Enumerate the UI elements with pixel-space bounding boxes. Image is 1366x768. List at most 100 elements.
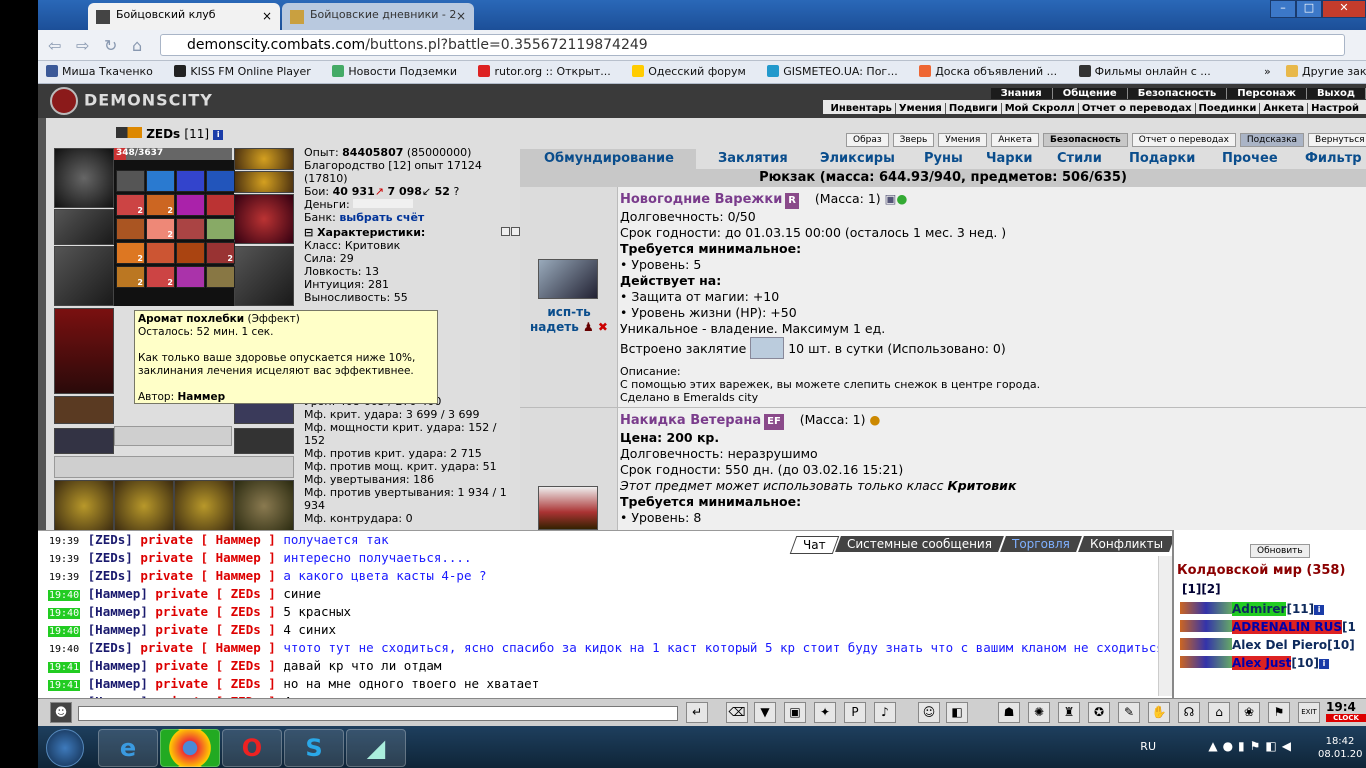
message-time[interactable]: 19:40 [48,644,80,655]
chrome-icon[interactable] [160,729,220,767]
message-sender[interactable]: [Наммер] [88,676,148,691]
message-time[interactable]: 19:39 [48,536,80,547]
submenu-achievements[interactable]: Подвиги [944,103,1001,114]
bookmark-item[interactable]: Новости Подземки [324,61,467,78]
tab-fight-club[interactable]: Бойцовский клуб × [88,3,280,30]
message-sender[interactable]: [Наммер] [88,658,148,673]
online-user[interactable]: Alex Just[10] i [1180,656,1330,670]
effect-icon[interactable]: 2 [116,194,145,216]
filter-icon[interactable]: ▼ [754,702,776,723]
tab-spells[interactable]: Заклятия [718,151,788,166]
menu-communication[interactable]: Общение [1052,88,1128,99]
belt-slot[interactable] [54,396,114,424]
message-time[interactable]: 19:40 [48,590,81,601]
tray-icons[interactable]: ▲●▮⚑◧◀ [1208,739,1296,753]
image-button[interactable]: Образ [846,133,889,147]
effect-icon[interactable]: 2 [206,242,235,264]
pocket-slot[interactable] [174,480,234,532]
message-time[interactable]: 19:41 [48,662,81,673]
item-name[interactable]: Новогодние Варежки [620,192,782,207]
send-icon[interactable]: ↵ [686,702,708,723]
tab-styles[interactable]: Стили [1057,151,1102,166]
skype-icon[interactable]: S [284,729,344,767]
bag-slot[interactable] [54,428,114,454]
private-target[interactable]: private [ Наммер ] [140,532,275,547]
bookmark-item[interactable]: Доска объявлений ... [911,61,1067,78]
taskbar-clock[interactable]: 18:42 08.01.20 [1318,735,1363,761]
message-time[interactable]: 19:41 [48,680,81,691]
menu-security[interactable]: Безопасность [1127,88,1228,99]
info-icon[interactable]: i [1314,605,1325,615]
start-button[interactable] [46,729,84,767]
submenu-skills[interactable]: Умения [894,103,945,114]
effect-icon[interactable] [206,218,235,240]
tab-runes[interactable]: Руны [924,151,963,166]
private-target[interactable]: private [ Наммер ] [140,640,275,655]
message-sender[interactable]: [ZEDs] [88,532,133,547]
effect-icon[interactable] [176,218,205,240]
message-time[interactable]: 19:39 [48,554,80,565]
effect-icon[interactable] [176,170,205,192]
translit-icon[interactable]: ◧ [946,702,968,723]
effect-icon[interactable] [146,170,175,192]
private-target[interactable]: private [ ZEDs ] [155,586,275,601]
effect-icon[interactable] [176,266,205,288]
effect-icon[interactable]: 2 [146,218,175,240]
app-icon[interactable]: ◢ [346,729,406,767]
hint-button[interactable]: Подсказка [1239,133,1305,147]
pocket-slot[interactable] [54,480,114,532]
private-target[interactable]: private [ Наммер ] [140,550,275,565]
effect-icon[interactable] [116,170,145,192]
item-name[interactable]: Накидка Ветерана [620,413,761,428]
submenu-transfers[interactable]: Отчет о переводах [1077,103,1195,114]
message-sender[interactable]: [Наммер] [88,622,148,637]
message-time[interactable]: 19:39 [48,572,80,583]
effect-icon[interactable] [206,170,235,192]
private-target[interactable]: private [ ZEDs ] [155,622,275,637]
snowball-spell-icon[interactable] [750,337,785,359]
offhand-slot[interactable] [234,246,294,306]
online-user[interactable]: Alex Del Piero[10] [1180,638,1355,652]
private-target[interactable]: private [ Наммер ] [140,568,275,583]
ie-icon[interactable]: e [98,729,158,767]
equip-link[interactable]: надеть [530,320,579,334]
back-icon[interactable]: ⇦ [48,36,61,55]
weapon-slot[interactable] [54,209,114,245]
pet-button[interactable]: Зверь [892,133,935,147]
language-indicator[interactable]: RU [1140,740,1156,753]
info-icon[interactable]: i [1319,659,1330,669]
effect-icon[interactable] [146,242,175,264]
collapse-icon[interactable]: ⊟ [304,226,313,239]
character-name[interactable]: ZEDs [11] i [116,127,224,141]
submenu-settings[interactable]: Настрой [1307,103,1362,114]
info-icon[interactable]: i [213,130,224,140]
message-time[interactable]: 19:40 [48,626,81,637]
menu-knowledge[interactable]: Знания [990,88,1053,99]
effect-icon[interactable] [206,266,235,288]
refresh-button[interactable]: Обновить [1250,544,1310,558]
effect-icon[interactable]: 2 [116,242,145,264]
save-icon[interactable]: ▣ [784,702,806,723]
effect-icon[interactable] [176,194,205,216]
close-tab-icon[interactable]: × [456,9,466,23]
private-target[interactable]: private [ ZEDs ] [155,658,275,673]
security-button[interactable]: Безопасность [1043,133,1128,147]
bookmark-item[interactable]: Миша Ткаченко [38,61,163,78]
action-icon[interactable]: ☊ [1178,702,1200,723]
menu-character[interactable]: Персонаж [1227,88,1307,99]
tab-system-messages[interactable]: Системные сообщения [835,536,1004,552]
private-icon[interactable]: P [844,702,866,723]
tab-chat[interactable]: Чат [790,536,840,554]
bookmark-item[interactable]: KISS FM Online Player [166,61,320,78]
chat-input[interactable] [78,706,678,721]
effect-icon[interactable] [206,194,235,216]
earring-slot[interactable] [234,171,294,193]
message-time[interactable]: 19:40 [48,608,81,619]
pagination[interactable]: [1][2] [1182,582,1221,596]
return-button[interactable]: Вернуться [1308,133,1366,147]
message-sender[interactable]: [Наммер] [88,604,148,619]
action-icon[interactable]: ✋ [1148,702,1170,723]
submenu-profile[interactable]: Анкета [1259,103,1308,114]
rune-slots[interactable] [114,426,232,446]
private-target[interactable]: private [ ZEDs ] [155,604,275,619]
